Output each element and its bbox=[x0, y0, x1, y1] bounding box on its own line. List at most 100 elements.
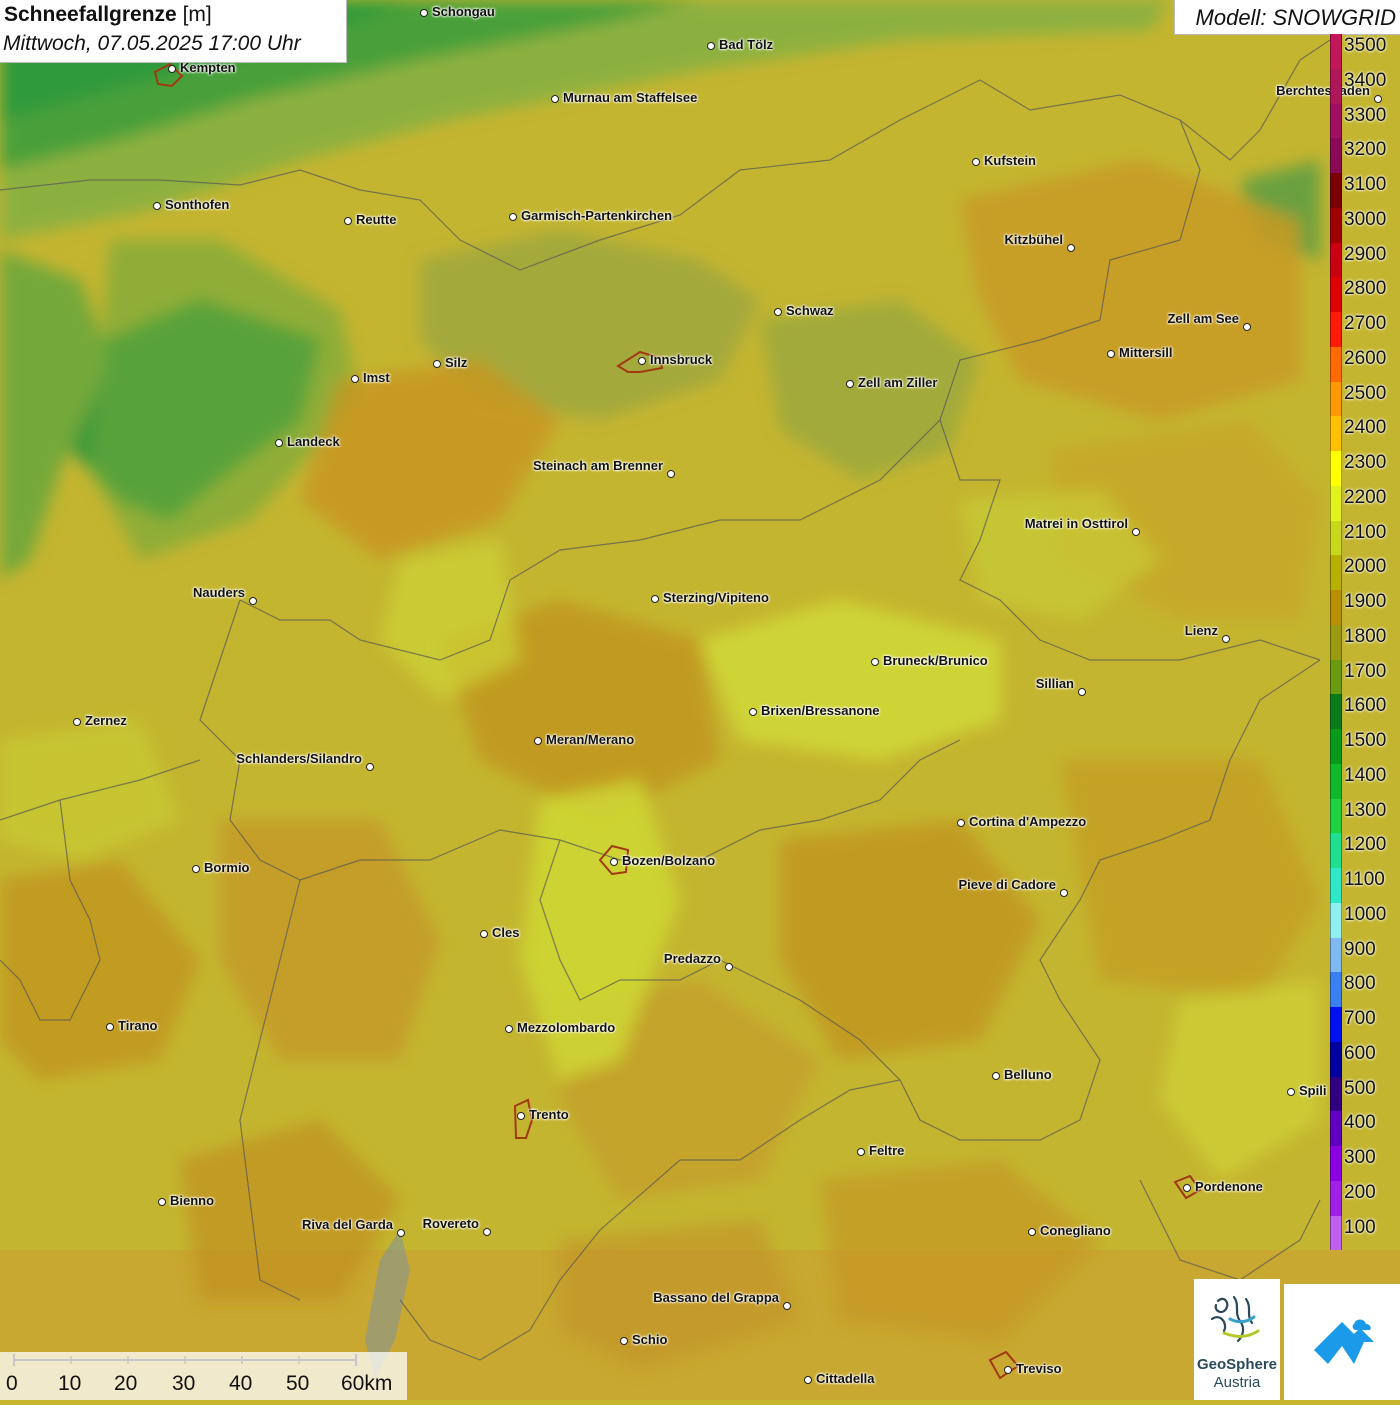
legend-label: 1600 bbox=[1344, 695, 1387, 717]
city-marker bbox=[957, 819, 965, 827]
city-marker bbox=[707, 42, 715, 50]
legend-swatch bbox=[1330, 624, 1342, 660]
city-marker bbox=[1107, 350, 1115, 358]
city-label: Innsbruck bbox=[650, 352, 713, 367]
model-panel: Modell: SNOWGRID bbox=[1174, 0, 1400, 35]
legend-item: 1800 bbox=[1328, 624, 1400, 660]
city-label: Murnau am Staffelsee bbox=[563, 90, 698, 105]
geosphere-name: GeoSphere bbox=[1196, 1356, 1278, 1373]
scale-tick-label: 30 bbox=[172, 1372, 196, 1395]
city-marker bbox=[509, 213, 517, 221]
legend-label: 1300 bbox=[1344, 799, 1387, 821]
city-marker bbox=[1132, 528, 1140, 536]
city-label: Zell am Ziller bbox=[858, 375, 938, 390]
legend-label: 200 bbox=[1344, 1181, 1376, 1203]
geosphere-logo: GeoSphere Austria bbox=[1194, 1279, 1280, 1400]
app-logo[interactable] bbox=[1284, 1284, 1400, 1400]
city-label: Brixen/Bressanone bbox=[761, 703, 880, 718]
city-label: Garmisch-Partenkirchen bbox=[521, 208, 673, 223]
city-label: Mezzolombardo bbox=[517, 1020, 616, 1035]
city-label: Bormio bbox=[204, 860, 250, 875]
legend-item: 1500 bbox=[1328, 729, 1400, 764]
legend-label: 1200 bbox=[1344, 834, 1387, 856]
city-marker bbox=[366, 763, 374, 771]
legend-label: 900 bbox=[1344, 938, 1376, 960]
legend-swatch bbox=[1330, 868, 1342, 903]
map-title: Schneefallgrenze [m] bbox=[4, 3, 212, 27]
city-marker bbox=[651, 595, 659, 603]
city-marker bbox=[1004, 1366, 1012, 1374]
city-marker bbox=[483, 1228, 491, 1236]
city-label: Trento bbox=[529, 1107, 569, 1122]
city-label: Rovereto bbox=[422, 1216, 479, 1231]
legend-item: 700 bbox=[1328, 1007, 1400, 1042]
city-label: Feltre bbox=[869, 1143, 905, 1158]
legend-swatch bbox=[1330, 416, 1342, 451]
city-label: Sillian bbox=[1035, 676, 1074, 691]
legend-label: 3400 bbox=[1344, 69, 1387, 91]
legend-item: 600 bbox=[1328, 1041, 1400, 1077]
city-marker bbox=[106, 1023, 114, 1031]
scale-tick-label: 10 bbox=[58, 1372, 82, 1395]
legend-swatch bbox=[1330, 833, 1342, 868]
city-marker bbox=[610, 858, 618, 866]
legend-label: 1900 bbox=[1344, 591, 1387, 612]
city-marker bbox=[1243, 323, 1251, 331]
legend-swatch bbox=[1330, 902, 1342, 938]
legend-swatch bbox=[1330, 937, 1342, 973]
scale-tick-label: 60km bbox=[341, 1372, 393, 1395]
legend-item: 2700 bbox=[1328, 312, 1400, 347]
city-marker bbox=[1067, 244, 1075, 252]
city-marker bbox=[275, 439, 283, 447]
city-label: Zell am See bbox=[1167, 311, 1239, 326]
city-marker bbox=[774, 308, 782, 316]
city-label: Spili bbox=[1299, 1083, 1327, 1098]
city-marker bbox=[73, 718, 81, 726]
scale-tick-label: 20 bbox=[114, 1372, 138, 1395]
legend-swatch bbox=[1330, 34, 1342, 69]
city-label: Tirano bbox=[118, 1018, 158, 1033]
city-marker bbox=[1060, 889, 1068, 897]
legend-swatch bbox=[1330, 277, 1342, 312]
city-marker bbox=[1078, 688, 1086, 696]
legend-item: 2900 bbox=[1328, 242, 1400, 278]
legend-label: 3300 bbox=[1344, 104, 1387, 126]
city-label: Kufstein bbox=[984, 153, 1036, 168]
legend-item: 1700 bbox=[1328, 659, 1400, 695]
legend-item: 2100 bbox=[1328, 520, 1400, 556]
city-marker bbox=[1287, 1088, 1295, 1096]
legend-item: 3200 bbox=[1328, 138, 1400, 173]
city-marker bbox=[972, 158, 980, 166]
legend-label: 600 bbox=[1344, 1042, 1376, 1064]
scale-tick-label: 0 bbox=[6, 1372, 18, 1395]
city-marker bbox=[517, 1112, 525, 1120]
city-label: Kitzbühel bbox=[1004, 232, 1064, 247]
legend-label: 2700 bbox=[1344, 313, 1387, 334]
legend-swatch bbox=[1330, 485, 1342, 521]
legend-item: 2600 bbox=[1328, 346, 1400, 382]
city-label: Nauders bbox=[192, 585, 245, 600]
city-marker bbox=[638, 357, 646, 365]
city-marker bbox=[192, 865, 200, 873]
city-label: Silz bbox=[445, 355, 468, 370]
legend-item: 2000 bbox=[1328, 555, 1400, 590]
legend-label: 500 bbox=[1344, 1077, 1376, 1099]
city-marker bbox=[551, 95, 559, 103]
city-label: Reutte bbox=[356, 212, 397, 227]
city-marker bbox=[667, 470, 675, 478]
legend-label: 1500 bbox=[1344, 730, 1387, 751]
legend-label: 2200 bbox=[1344, 486, 1387, 508]
city-marker bbox=[433, 360, 441, 368]
city-label: Bassano del Grappa bbox=[653, 1290, 779, 1305]
city-marker bbox=[158, 1198, 166, 1206]
legend-label: 1100 bbox=[1344, 869, 1385, 890]
legend-swatch bbox=[1330, 1180, 1342, 1216]
legend-label: 2400 bbox=[1344, 417, 1387, 439]
legend-swatch bbox=[1330, 1041, 1342, 1077]
legend-swatch bbox=[1330, 173, 1342, 208]
city-label: Conegliano bbox=[1040, 1223, 1111, 1238]
city-marker bbox=[1028, 1228, 1036, 1236]
legend-swatch bbox=[1330, 659, 1342, 695]
legend-item: 400 bbox=[1328, 1111, 1400, 1146]
legend-item: 1100 bbox=[1328, 868, 1400, 903]
